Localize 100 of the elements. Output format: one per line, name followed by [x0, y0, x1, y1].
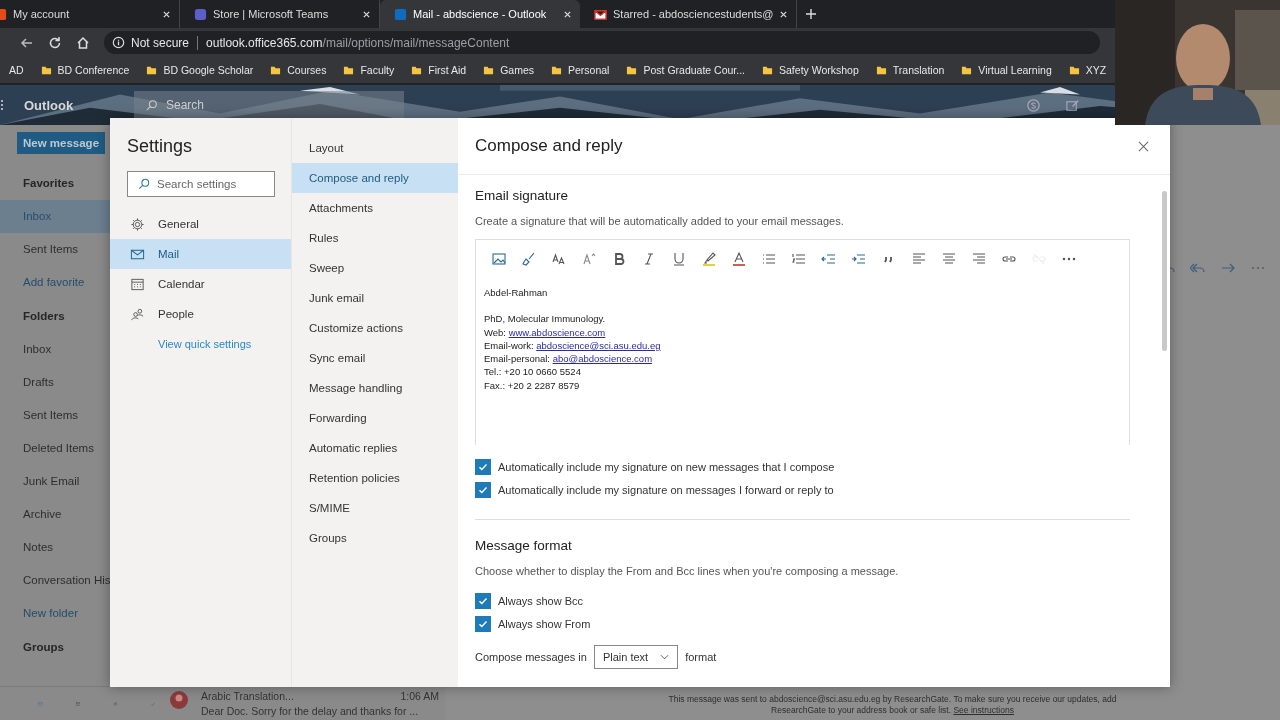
settings-section[interactable]: Sync email: [292, 343, 458, 373]
settings-section[interactable]: Groups: [292, 523, 458, 553]
search-field[interactable]: Search: [134, 91, 404, 119]
app-icon: [394, 7, 407, 21]
section-description: Choose whether to display the From and Bcc lines when you're composing a message.: [475, 565, 899, 577]
compose-label: Compose messages in: [475, 651, 587, 663]
app-name: Outlook: [24, 97, 75, 113]
folder-icon: [411, 64, 423, 76]
calendar-icon: [130, 276, 145, 292]
signature-editor[interactable]: Abdel-Rahman PhD, Molecular Immunology. Web: www.abdoscience.com Email-work: abdoscience@sci.asu.edu.eg Email-personal: abo@abdoscience.com Tel.: +20 10 0660 5524 Fax.: +20 2 2287 8579: [475, 239, 1130, 445]
image-icon[interactable]: [491, 251, 507, 267]
checkbox-label: Always show Bcc: [498, 594, 583, 607]
address-field[interactable]: Not secure outlook.office365.com/mail/options/mail/messageContent: [104, 31, 1100, 54]
underline-icon[interactable]: [671, 251, 687, 267]
reload-icon[interactable]: [48, 35, 62, 50]
section-description: Create a signature that will be automatically added to your email messages.: [475, 215, 844, 227]
message-time: 1:06 AM: [400, 690, 439, 702]
settings-category[interactable]: Calendar: [110, 269, 291, 299]
bookmark[interactable]: Personal: [551, 64, 610, 76]
bookmark[interactable]: BD Conference: [40, 64, 130, 76]
bookmark[interactable]: First Aid: [411, 64, 467, 76]
folder-icon: [762, 64, 774, 76]
folder-icon: [626, 64, 638, 76]
signature-link[interactable]: abdoscience@sci.asu.edu.eg: [536, 339, 661, 351]
home-icon[interactable]: [76, 35, 90, 50]
scrollbar-thumb[interactable]: [1162, 191, 1167, 351]
caret-icon: [660, 654, 670, 660]
highlight-icon[interactable]: [701, 251, 717, 267]
alignright-icon[interactable]: [971, 251, 987, 267]
gear-icon: [130, 216, 145, 232]
new-message-button[interactable]: New message: [17, 132, 105, 154]
settings-section[interactable]: Layout: [292, 133, 458, 163]
bookmark[interactable]: Faculty: [343, 64, 395, 76]
bookmark[interactable]: Games: [483, 64, 534, 76]
settings-section[interactable]: Customize actions: [292, 313, 458, 343]
instructions-link[interactable]: See instructions: [953, 704, 1014, 715]
checkbox[interactable]: [475, 481, 491, 498]
tab-title: Mail - abdscience - Outlook: [413, 8, 548, 20]
settings-section[interactable]: Attachments: [292, 193, 458, 223]
settings-title: Settings: [127, 136, 194, 157]
info-icon[interactable]: [112, 36, 125, 49]
tab-title: Store | Microsoft Teams: [213, 8, 330, 20]
settings-section[interactable]: S/MIME: [292, 493, 458, 523]
settings-section[interactable]: Automatic replies: [292, 433, 458, 463]
signature-line: Web: www.abdoscience.com: [484, 325, 606, 339]
skype-icon[interactable]: [1026, 97, 1041, 113]
numbering-icon[interactable]: [791, 251, 807, 267]
bookmark[interactable]: Courses: [270, 64, 327, 76]
signature-line: Fax.: +20 2 2287 8579: [484, 378, 580, 393]
fontcolor-icon[interactable]: [731, 251, 747, 267]
checkbox[interactable]: [475, 615, 491, 632]
settings-section[interactable]: Junk email: [292, 283, 458, 313]
indent-icon[interactable]: [851, 251, 867, 267]
alignleft-icon[interactable]: [911, 251, 927, 267]
signature-link[interactable]: abo@abdoscience.com: [552, 353, 653, 365]
bookmark[interactable]: Virtual Learning: [961, 64, 1052, 76]
search-icon: [146, 99, 158, 111]
settings-section[interactable]: Sweep: [292, 253, 458, 283]
aligncenter-icon[interactable]: [941, 251, 957, 267]
folder-icon: [343, 64, 355, 76]
bookmark[interactable]: XYZ: [1068, 64, 1107, 76]
bullets-icon[interactable]: [761, 251, 777, 267]
signature-link[interactable]: www.abdoscience.com: [508, 326, 606, 338]
settings-section[interactable]: Forwarding: [292, 403, 458, 433]
bookmark[interactable]: Translation: [875, 64, 945, 76]
search-field[interactable]: Search settings: [127, 171, 275, 197]
quick-settings-link[interactable]: View quick settings: [158, 338, 291, 350]
checkbox-label: Always show From: [498, 617, 591, 630]
close-icon[interactable]: [1138, 140, 1149, 152]
format-label: format: [685, 651, 717, 663]
bookmark[interactable]: Post Graduate Cour...: [626, 64, 746, 76]
browser-tab[interactable]: Mail - abdscience - Outlook: [380, 0, 580, 28]
folder-icon: [270, 64, 282, 76]
settings-category[interactable]: Mail: [110, 239, 291, 269]
signature-line: PhD, Molecular Immunology.: [484, 312, 606, 326]
folder-icon: [40, 64, 52, 76]
bookmark[interactable]: BD Google Scholar: [146, 64, 254, 76]
checkbox[interactable]: [475, 458, 491, 475]
settings-section[interactable]: Rules: [292, 223, 458, 253]
bookmark[interactable]: AD: [9, 64, 24, 76]
section-heading: Message format: [475, 538, 572, 553]
grow-icon[interactable]: [581, 251, 597, 267]
fontsize-icon[interactable]: [551, 251, 567, 267]
settings-section[interactable]: Retention policies: [292, 463, 458, 493]
bookmark[interactable]: Safety Workshop: [762, 64, 859, 76]
settings-section[interactable]: Compose and reply: [292, 163, 458, 193]
back-icon[interactable]: [20, 35, 34, 50]
settings-category[interactable]: People: [110, 299, 291, 329]
brush-icon[interactable]: [521, 251, 537, 267]
new-tab-icon[interactable]: [805, 8, 818, 20]
app-launcher-icon[interactable]: [0, 98, 4, 112]
page-title: Compose and reply: [475, 136, 623, 156]
folder-icon: [483, 64, 495, 76]
checkbox[interactable]: [475, 592, 491, 609]
settings-section[interactable]: Message handling: [292, 373, 458, 403]
outdent-icon[interactable]: [821, 251, 837, 267]
format-dropdown[interactable]: Plain text: [593, 645, 679, 669]
signature-line: Email-personal: abo@abdoscience.com: [484, 352, 653, 366]
message-preview: Dear Doc. Sorry for the delay and thanks for ...: [201, 705, 420, 717]
folder-icon: [875, 64, 887, 76]
